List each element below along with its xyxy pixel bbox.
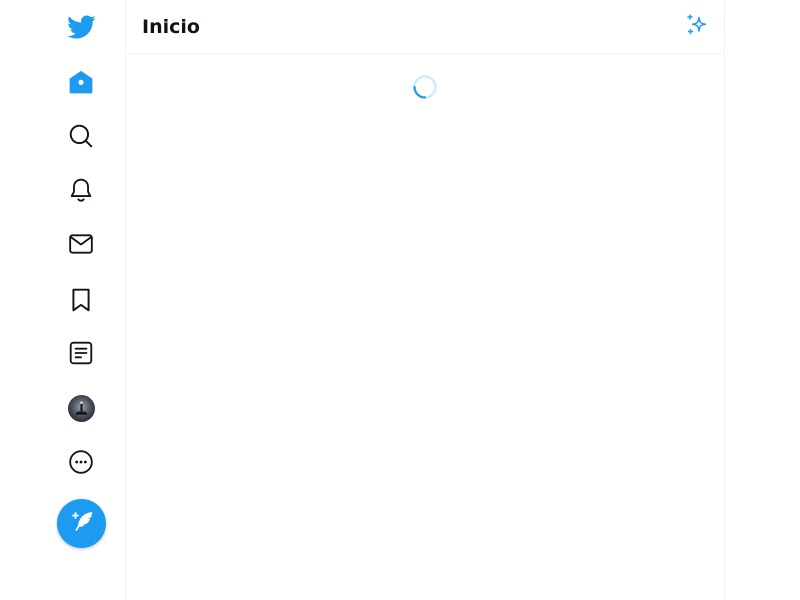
compose-tweet-button[interactable]	[57, 499, 106, 548]
quill-plus-icon	[69, 509, 95, 539]
top-tweets-toggle-button[interactable]	[680, 10, 714, 44]
nav-item-home[interactable]	[56, 57, 106, 107]
nav-item-messages[interactable]	[56, 219, 106, 269]
page-title: Inicio	[142, 15, 200, 38]
timeline-header: Inicio	[126, 0, 724, 54]
envelope-icon	[68, 231, 94, 257]
nav-item-profile[interactable]	[56, 383, 106, 433]
sparkle-icon	[685, 13, 709, 41]
nav-item-explore[interactable]	[56, 111, 106, 161]
search-icon	[68, 123, 94, 149]
home-icon	[68, 69, 94, 95]
list-icon	[68, 340, 94, 366]
avatar	[67, 394, 95, 422]
nav-item-notifications[interactable]	[56, 165, 106, 215]
nav-item-bookmarks[interactable]	[56, 275, 106, 325]
more-circle-icon	[68, 449, 94, 475]
twitter-bird-icon	[66, 12, 96, 42]
nav-item-lists[interactable]	[56, 328, 106, 378]
loading-spinner	[413, 75, 437, 99]
main-timeline-column: Inicio	[125, 0, 725, 600]
bell-icon	[68, 177, 94, 203]
bookmark-icon	[68, 287, 94, 313]
twitter-logo-link[interactable]	[56, 2, 106, 52]
primary-navigation	[0, 0, 125, 600]
nav-item-more[interactable]	[56, 437, 106, 487]
app-root: Inicio	[0, 0, 800, 600]
